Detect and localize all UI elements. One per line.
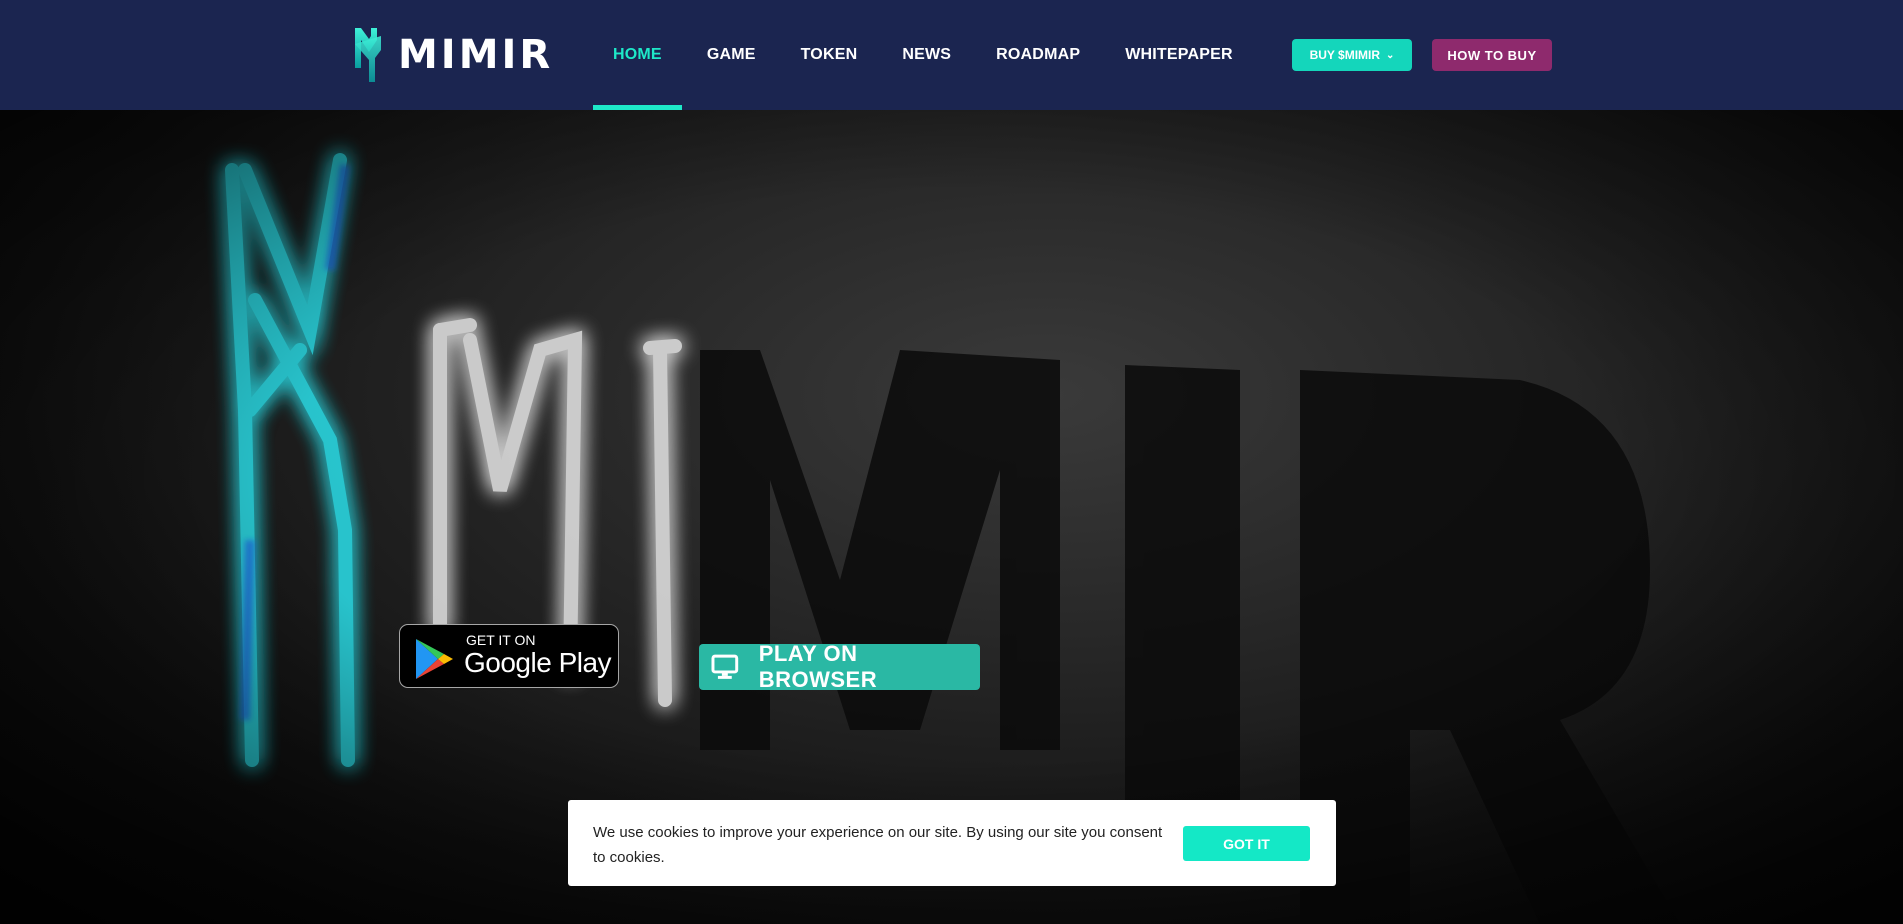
cookie-message: We use cookies to improve your experienc… bbox=[593, 824, 1163, 866]
cookie-banner: We use cookies to improve your experienc… bbox=[568, 800, 1336, 886]
site-header: MIMIR HOME GAME TOKEN NEWS ROADMAP WHITE… bbox=[0, 0, 1903, 110]
nav-item-roadmap[interactable]: ROADMAP bbox=[976, 0, 1100, 110]
nav-item-news[interactable]: NEWS bbox=[882, 0, 971, 110]
nav-item-whitepaper[interactable]: WHITEPAPER bbox=[1105, 0, 1252, 110]
google-play-big-text: Google Play bbox=[464, 647, 612, 678]
logo[interactable]: MIMIR bbox=[352, 25, 553, 85]
cookie-accept-button[interactable]: GOT IT bbox=[1183, 826, 1310, 861]
chevron-down-icon: ⌄ bbox=[1386, 49, 1395, 61]
play-on-browser-button[interactable]: PLAY ON BROWSER bbox=[699, 641, 980, 692]
main-nav: HOME GAME TOKEN NEWS ROADMAP WHITEPAPER bbox=[593, 0, 1258, 110]
how-to-buy-button[interactable]: HOW TO BUY bbox=[1432, 39, 1552, 71]
logo-text: MIMIR bbox=[398, 32, 554, 78]
monitor-icon bbox=[711, 654, 739, 679]
nav-item-game[interactable]: GAME bbox=[687, 0, 776, 110]
buy-mimir-button[interactable]: BUY $MIMIR ⌄ bbox=[1292, 39, 1412, 71]
logo-mark-icon bbox=[355, 28, 381, 82]
google-play-icon bbox=[416, 639, 453, 679]
nav-item-home[interactable]: HOME bbox=[593, 0, 682, 110]
nav-item-token[interactable]: TOKEN bbox=[781, 0, 878, 110]
play-on-browser-label: PLAY ON BROWSER bbox=[758, 641, 878, 692]
google-play-badge[interactable]: GET IT ON Google Play bbox=[399, 624, 619, 688]
buy-mimir-label: BUY $MIMIR bbox=[1309, 48, 1381, 62]
google-play-small-text: GET IT ON bbox=[466, 632, 536, 648]
